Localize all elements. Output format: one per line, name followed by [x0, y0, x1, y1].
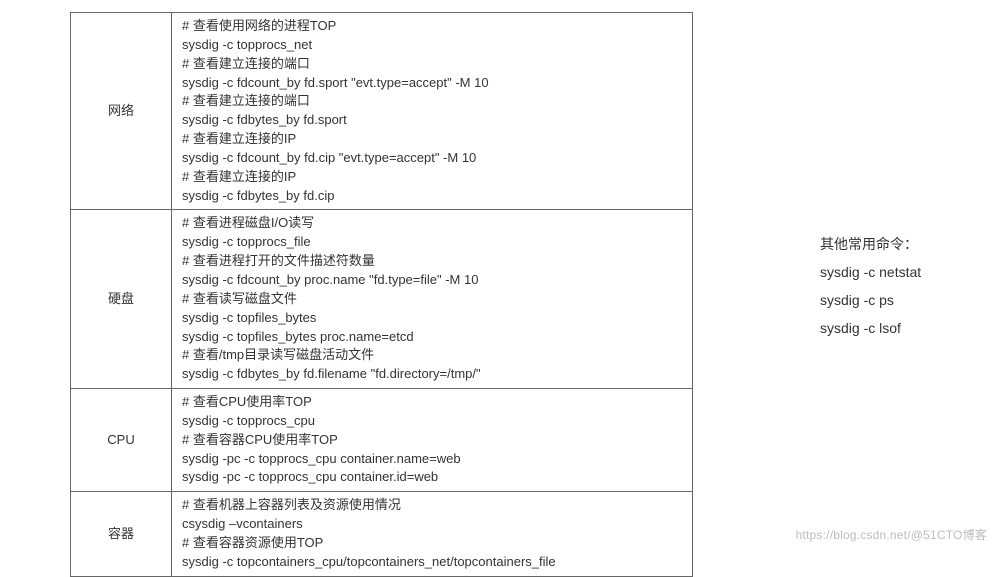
table-row: CPU# 查看CPU使用率TOPsysdig -c topprocs_cpu# …	[71, 389, 693, 492]
table-row: 网络# 查看使用网络的进程TOPsysdig -c topprocs_net# …	[71, 13, 693, 210]
code-line: # 查看使用网络的进程TOP	[182, 17, 682, 36]
side-title: 其他常用命令：	[820, 230, 921, 258]
table-row: 硬盘# 查看进程磁盘I/O读写sysdig -c topprocs_file# …	[71, 210, 693, 389]
code-line: # 查看容器CPU使用率TOP	[182, 431, 682, 450]
category-cell: 网络	[71, 13, 172, 210]
category-cell: CPU	[71, 389, 172, 492]
code-line: # 查看建立连接的IP	[182, 168, 682, 187]
code-line: sysdig -c topcontainers_cpu/topcontainer…	[182, 553, 682, 572]
code-line: # 查看建立连接的IP	[182, 130, 682, 149]
side-line: sysdig -c netstat	[820, 258, 921, 286]
code-cell: # 查看使用网络的进程TOPsysdig -c topprocs_net# 查看…	[172, 13, 693, 210]
code-line: sysdig -pc -c topprocs_cpu container.nam…	[182, 450, 682, 469]
code-line: # 查看进程磁盘I/O读写	[182, 214, 682, 233]
code-line: # 查看CPU使用率TOP	[182, 393, 682, 412]
side-line: sysdig -c ps	[820, 286, 921, 314]
code-line: sysdig -c fdbytes_by fd.filename "fd.dir…	[182, 365, 682, 384]
side-lines: sysdig -c netstatsysdig -c pssysdig -c l…	[820, 258, 921, 342]
code-line: # 查看建立连接的端口	[182, 92, 682, 111]
code-line: sysdig -c topfiles_bytes	[182, 309, 682, 328]
code-cell: # 查看机器上容器列表及资源使用情况csysdig –vcontainers# …	[172, 492, 693, 576]
code-cell: # 查看进程磁盘I/O读写sysdig -c topprocs_file# 查看…	[172, 210, 693, 389]
code-cell: # 查看CPU使用率TOPsysdig -c topprocs_cpu# 查看容…	[172, 389, 693, 492]
commands-table: 网络# 查看使用网络的进程TOPsysdig -c topprocs_net# …	[70, 12, 693, 577]
code-line: sysdig -c topprocs_file	[182, 233, 682, 252]
code-line: sysdig -c fdcount_by fd.cip "evt.type=ac…	[182, 149, 682, 168]
code-line: # 查看读写磁盘文件	[182, 290, 682, 309]
side-panel: 其他常用命令： sysdig -c netstatsysdig -c pssys…	[820, 230, 921, 342]
code-line: sysdig -c fdcount_by fd.sport "evt.type=…	[182, 74, 682, 93]
code-line: # 查看进程打开的文件描述符数量	[182, 252, 682, 271]
code-line: # 查看/tmp目录读写磁盘活动文件	[182, 346, 682, 365]
side-line: sysdig -c lsof	[820, 314, 921, 342]
code-line: sysdig -c fdbytes_by fd.cip	[182, 187, 682, 206]
code-line: sysdig -c topprocs_net	[182, 36, 682, 55]
code-line: sysdig -c fdcount_by proc.name "fd.type=…	[182, 271, 682, 290]
category-cell: 硬盘	[71, 210, 172, 389]
code-line: # 查看机器上容器列表及资源使用情况	[182, 496, 682, 515]
code-line: sysdig -pc -c topprocs_cpu container.id=…	[182, 468, 682, 487]
category-cell: 容器	[71, 492, 172, 576]
watermark: https://blog.csdn.net/@51CTO博客	[796, 526, 987, 543]
code-line: sysdig -c topprocs_cpu	[182, 412, 682, 431]
code-line: csysdig –vcontainers	[182, 515, 682, 534]
code-line: # 查看容器资源使用TOP	[182, 534, 682, 553]
table-row: 容器# 查看机器上容器列表及资源使用情况csysdig –vcontainers…	[71, 492, 693, 576]
commands-tbody: 网络# 查看使用网络的进程TOPsysdig -c topprocs_net# …	[71, 13, 693, 577]
main-wrap: 网络# 查看使用网络的进程TOPsysdig -c topprocs_net# …	[70, 12, 693, 577]
code-line: sysdig -c fdbytes_by fd.sport	[182, 111, 682, 130]
code-line: sysdig -c topfiles_bytes proc.name=etcd	[182, 328, 682, 347]
code-line: # 查看建立连接的端口	[182, 55, 682, 74]
